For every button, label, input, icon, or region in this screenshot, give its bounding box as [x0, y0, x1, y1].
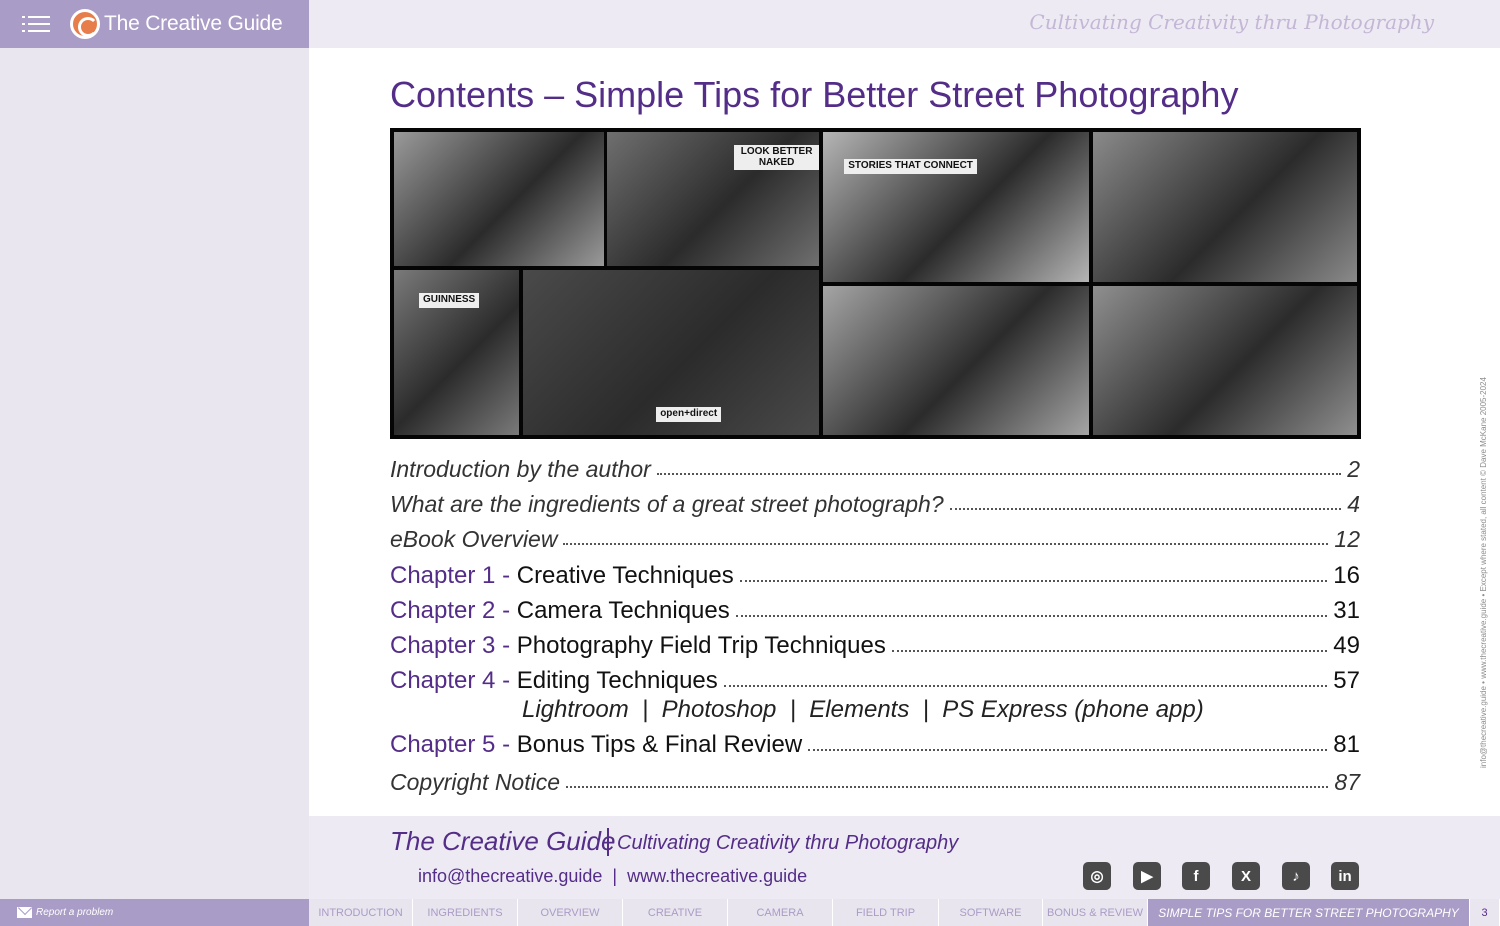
statue-tourist-photo	[1093, 132, 1357, 282]
top-banner: Cultivating Creativity thru Photography	[309, 0, 1500, 48]
toc-entry-page: 4	[1347, 491, 1360, 517]
photo-caption: LOOK BETTER NAKED	[734, 145, 819, 171]
chapter-number: Chapter 2 -	[390, 597, 511, 624]
chapter-title: Editing Techniques	[516, 667, 718, 694]
chapter-page: 81	[1333, 731, 1360, 758]
report-problem-link[interactable]: Report a problem	[36, 907, 113, 918]
chapter-title: Photography Field Trip Techniques	[516, 632, 886, 659]
top-bar: The Creative Guide	[0, 0, 309, 48]
toc-entry-title: eBook Overview	[390, 526, 558, 552]
dot-leader	[949, 508, 1342, 510]
chapter-4-subtopics: Lightroom | Photoshop | Elements | PS Ex…	[522, 696, 1204, 723]
footer-tagline: Cultivating Creativity thru Photography	[617, 832, 959, 854]
brand-name[interactable]: The Creative Guide	[104, 12, 283, 36]
tab-creative[interactable]: CREATIVE	[623, 899, 728, 926]
toc-entry-page: 87	[1334, 769, 1360, 795]
footer-brand: The Creative Guide	[390, 826, 616, 856]
toc-entry-title: Introduction by the author	[390, 456, 651, 482]
page-title: Contents – Simple Tips for Better Street…	[390, 74, 1239, 115]
footer-contact[interactable]: info@thecreative.guide | www.thecreative…	[418, 866, 807, 887]
tab-ingredients[interactable]: INGREDIENTS	[413, 899, 518, 926]
toc-entry-introduction[interactable]: Introduction by the author 2	[390, 456, 1360, 483]
tab-bonus-review[interactable]: BONUS & REVIEW	[1043, 899, 1148, 926]
photo-caption: open+direct	[656, 407, 722, 422]
dot-leader	[739, 580, 1328, 582]
horse-carriage-photo	[1093, 286, 1357, 435]
dot-leader	[735, 615, 1328, 617]
tab-current-ebook[interactable]: SIMPLE TIPS FOR BETTER STREET PHOTOGRAPH…	[1148, 899, 1470, 926]
toc-entry-page: 2	[1347, 456, 1360, 482]
toc-entry-chapter-5[interactable]: Chapter 5 - Bonus Tips & Final Review 81	[390, 731, 1360, 759]
footer: The Creative Guide Cultivating Creativit…	[309, 816, 1500, 899]
dot-leader	[891, 650, 1328, 652]
linkedin-icon[interactable]: in	[1331, 862, 1359, 890]
chapter-page: 49	[1333, 632, 1360, 659]
toc-entry-chapter-4[interactable]: Chapter 4 - Editing Techniques 57	[390, 667, 1360, 695]
toc-entry-chapter-3[interactable]: Chapter 3 - Photography Field Trip Techn…	[390, 632, 1360, 660]
section-nav: INTRODUCTION INGREDIENTS OVERVIEW CREATI…	[309, 899, 1500, 926]
logo-icon[interactable]	[70, 9, 100, 39]
chapter-title: Bonus Tips & Final Review	[516, 731, 803, 758]
footer-divider	[607, 828, 609, 856]
toc-entry-copyright[interactable]: Copyright Notice 87	[390, 769, 1360, 796]
chapter-title: Camera Techniques	[516, 597, 730, 624]
sidebar-panel	[0, 48, 309, 899]
photo-collage: LOOK BETTER NAKED STORIES THAT CONNECT G…	[390, 128, 1361, 439]
page-number: 3	[1470, 899, 1500, 926]
chapter-title: Creative Techniques	[516, 562, 734, 589]
kiss-celebrity-photo: open+direct	[523, 270, 819, 435]
chapter-number: Chapter 5 -	[390, 731, 511, 758]
hamburger-menu-icon[interactable]	[22, 13, 50, 35]
street-artist-photo	[823, 286, 1089, 435]
toc-entry-title: Copyright Notice	[390, 769, 561, 795]
chapter-number: Chapter 1 -	[390, 562, 511, 589]
x-icon[interactable]: X	[1232, 862, 1260, 890]
portable-toilets-photo	[394, 132, 604, 266]
photo-caption: STORIES THAT CONNECT	[844, 159, 977, 174]
report-bar: Report a problem	[0, 899, 309, 926]
dot-leader	[723, 685, 1328, 687]
header-tagline: Cultivating Creativity thru Photography	[1029, 10, 1434, 34]
chapter-page: 16	[1333, 562, 1360, 589]
tab-overview[interactable]: OVERVIEW	[518, 899, 623, 926]
tiktok-icon[interactable]: ♪	[1282, 862, 1310, 890]
toc-entry-title: What are the ingredients of a great stre…	[390, 491, 944, 517]
toc-entry-chapter-1[interactable]: Chapter 1 - Creative Techniques 16	[390, 562, 1360, 590]
dot-leader	[563, 543, 1329, 545]
tab-software[interactable]: SOFTWARE	[939, 899, 1043, 926]
dot-leader	[566, 786, 1329, 788]
tab-camera[interactable]: CAMERA	[728, 899, 833, 926]
chapter-number: Chapter 3 -	[390, 632, 511, 659]
toc-entry-overview[interactable]: eBook Overview 12	[390, 526, 1360, 553]
toc-entry-ingredients[interactable]: What are the ingredients of a great stre…	[390, 491, 1360, 518]
mail-icon[interactable]	[17, 907, 32, 918]
photo-caption: GUINNESS	[419, 293, 480, 308]
toc-entry-chapter-2[interactable]: Chapter 2 - Camera Techniques 31	[390, 597, 1360, 625]
street-poster-photo: LOOK BETTER NAKED	[607, 132, 819, 266]
chapter-page: 57	[1333, 667, 1360, 694]
stories-sign-photo: STORIES THAT CONNECT	[823, 132, 1089, 282]
chapter-number: Chapter 4 -	[390, 667, 511, 694]
toc-entry-page: 12	[1334, 526, 1360, 552]
youtube-icon[interactable]: ▶	[1133, 862, 1161, 890]
tab-introduction[interactable]: INTRODUCTION	[309, 899, 413, 926]
chapter-page: 31	[1333, 597, 1360, 624]
facebook-icon[interactable]: f	[1182, 862, 1210, 890]
guinness-doorway-photo: GUINNESS	[394, 270, 519, 435]
tab-field-trip[interactable]: FIELD TRIP	[833, 899, 939, 926]
dot-leader	[656, 473, 1342, 475]
side-credit: info@thecreative.guide • www.thecreative…	[1479, 377, 1488, 768]
dot-leader	[808, 749, 1328, 751]
instagram-icon[interactable]: ◎	[1083, 862, 1111, 890]
